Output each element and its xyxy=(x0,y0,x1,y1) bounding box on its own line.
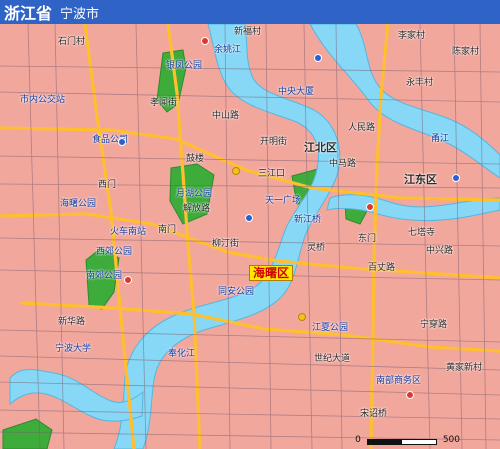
province-title: 浙江省 xyxy=(4,4,53,23)
place-label: 市内公交站 xyxy=(20,95,66,105)
place-label: 人民路 xyxy=(348,123,376,133)
place-label: 柳汀街 xyxy=(212,239,240,249)
place-label: 宁波大学 xyxy=(55,344,92,354)
place-label: 海曙公园 xyxy=(60,199,97,209)
hospital-icon xyxy=(366,203,374,211)
river-label: 余姚江 xyxy=(214,45,242,55)
landmark-icon xyxy=(298,313,306,321)
map-base-layer xyxy=(0,0,500,449)
place-label: 新福村 xyxy=(234,27,262,37)
place-label: 江夏公园 xyxy=(312,323,349,333)
place-label: 解放路 xyxy=(183,204,211,214)
place-label: 黄家新村 xyxy=(446,363,483,373)
hospital-icon xyxy=(406,391,414,399)
landmark-icon xyxy=(232,167,240,175)
place-label: 百丈路 xyxy=(368,263,396,273)
place-label: 中兴路 xyxy=(426,246,454,256)
place-label: 中山路 xyxy=(212,111,240,121)
scale-bar: 0 500 xyxy=(355,435,460,445)
place-label: 李家村 xyxy=(398,31,426,41)
place-label: 石门村 xyxy=(58,37,86,47)
district-label: 江北区 xyxy=(304,141,337,154)
place-label: 东门 xyxy=(358,234,377,244)
map-canvas[interactable]: 浙江省 宁波市 新福村 李家村 石门村 陈家村 银凤公园 中央大厦 永丰村 市内… xyxy=(0,0,500,449)
river-label: 甬江 xyxy=(431,134,450,144)
bus-stop-icon xyxy=(245,214,253,222)
bus-stop-icon xyxy=(452,174,460,182)
place-label: 中央大厦 xyxy=(278,87,315,97)
place-label: 宁穿路 xyxy=(420,320,448,330)
place-label: 月湖公园 xyxy=(176,189,213,199)
place-label: 陈家村 xyxy=(452,47,480,57)
place-label: 开明街 xyxy=(260,137,288,147)
hospital-icon xyxy=(124,276,132,284)
place-label: 天一广场 xyxy=(265,196,302,206)
place-label: 世纪大道 xyxy=(314,354,351,364)
river-label: 奉化江 xyxy=(168,349,196,359)
place-label: 火车南站 xyxy=(110,227,147,237)
place-label: 三江口 xyxy=(258,169,286,179)
place-label: 新江桥 xyxy=(294,215,322,225)
bus-stop-icon xyxy=(118,138,126,146)
hospital-icon xyxy=(201,37,209,45)
scale-line xyxy=(366,439,437,445)
scale-end: 500 xyxy=(442,435,460,445)
bus-stop-icon xyxy=(314,54,322,62)
place-label: 南门 xyxy=(158,225,177,235)
scale-start: 0 xyxy=(355,435,361,445)
place-label: 南郊公园 xyxy=(86,271,123,281)
place-label: 中马路 xyxy=(329,159,357,169)
place-label: 七塔寺 xyxy=(408,228,436,238)
place-label: 宋诏桥 xyxy=(360,409,388,419)
city-title: 宁波市 xyxy=(60,6,100,22)
place-label: 孝闻街 xyxy=(150,98,178,108)
place-label: 永丰村 xyxy=(406,78,434,88)
place-label: 新华路 xyxy=(58,317,86,327)
map-header: 浙江省 宁波市 xyxy=(0,0,500,24)
place-label: 灵桥 xyxy=(307,243,326,253)
place-label: 同安公园 xyxy=(218,287,255,297)
district-label: 江东区 xyxy=(404,173,437,186)
place-label: 银凤公园 xyxy=(166,61,203,71)
place-label: 鼓楼 xyxy=(186,154,205,164)
place-label: 西郊公园 xyxy=(96,247,133,257)
place-label: 南部商务区 xyxy=(376,376,422,386)
place-label: 西门 xyxy=(98,180,117,190)
district-highlight: 海曙区 xyxy=(249,265,294,281)
